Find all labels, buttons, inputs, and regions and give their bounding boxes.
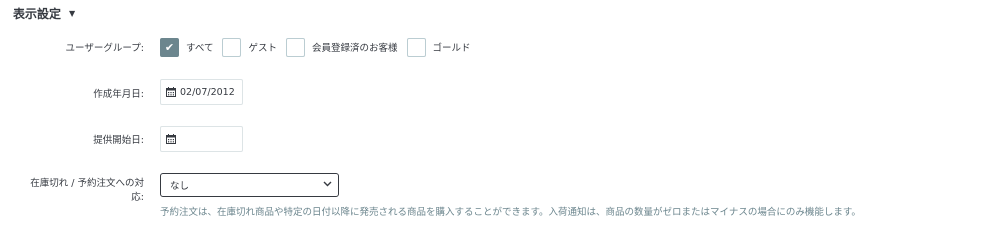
calendar-icon bbox=[166, 87, 176, 97]
created-date-input[interactable]: 02/07/2012 bbox=[160, 79, 243, 105]
caret-down-icon: ▼ bbox=[69, 9, 76, 18]
out-of-stock-select[interactable]: なし bbox=[160, 173, 339, 197]
chevron-down-icon bbox=[323, 180, 332, 190]
section-title: 表示設定 bbox=[13, 7, 62, 21]
created-date-label: 作成年月日: bbox=[93, 89, 144, 100]
checkbox-guest-box[interactable] bbox=[222, 37, 242, 57]
checkbox-gold-label: ゴールド bbox=[432, 43, 471, 54]
checkbox-registered-customer-box[interactable] bbox=[285, 37, 305, 57]
checkbox-guest[interactable]: ゲスト bbox=[222, 37, 277, 57]
out-of-stock-label-line2: 応: bbox=[131, 192, 144, 203]
checkbox-all-label: すべて bbox=[186, 43, 214, 54]
check-icon: ✔ bbox=[164, 40, 175, 54]
out-of-stock-selected-value: なし bbox=[170, 181, 190, 192]
available-date-input[interactable] bbox=[160, 126, 243, 152]
out-of-stock-help-text: 予約注文は、在庫切れ商品や特定の日付以降に発売される商品を購入することができます… bbox=[160, 207, 861, 218]
checkbox-registered-customer-label: 会員登録済のお客様 bbox=[311, 43, 398, 54]
checkbox-guest-label: ゲスト bbox=[248, 43, 277, 54]
available-date-label: 提供開始日: bbox=[93, 135, 144, 146]
checkbox-gold-box[interactable] bbox=[406, 37, 426, 57]
created-date-value: 02/07/2012 bbox=[180, 86, 235, 98]
user-group-checkboxes: ✔ すべて ゲスト 会員登録済のお客様 ゴールド bbox=[160, 36, 480, 58]
calendar-icon bbox=[166, 134, 176, 144]
checkbox-all[interactable]: ✔ すべて bbox=[160, 37, 214, 57]
user-group-label: ユーザーグループ: bbox=[65, 43, 144, 54]
checkbox-gold[interactable]: ゴールド bbox=[406, 37, 471, 57]
out-of-stock-label-line1: 在庫切れ / 予約注文への対 bbox=[30, 178, 144, 189]
checkbox-registered-customer[interactable]: 会員登録済のお客様 bbox=[285, 37, 398, 57]
checkbox-all-box[interactable]: ✔ bbox=[160, 37, 179, 57]
out-of-stock-label: 在庫切れ / 予約注文への対 応: bbox=[4, 177, 144, 205]
display-settings-toggle[interactable]: 表示設定 ▼ bbox=[13, 5, 75, 22]
